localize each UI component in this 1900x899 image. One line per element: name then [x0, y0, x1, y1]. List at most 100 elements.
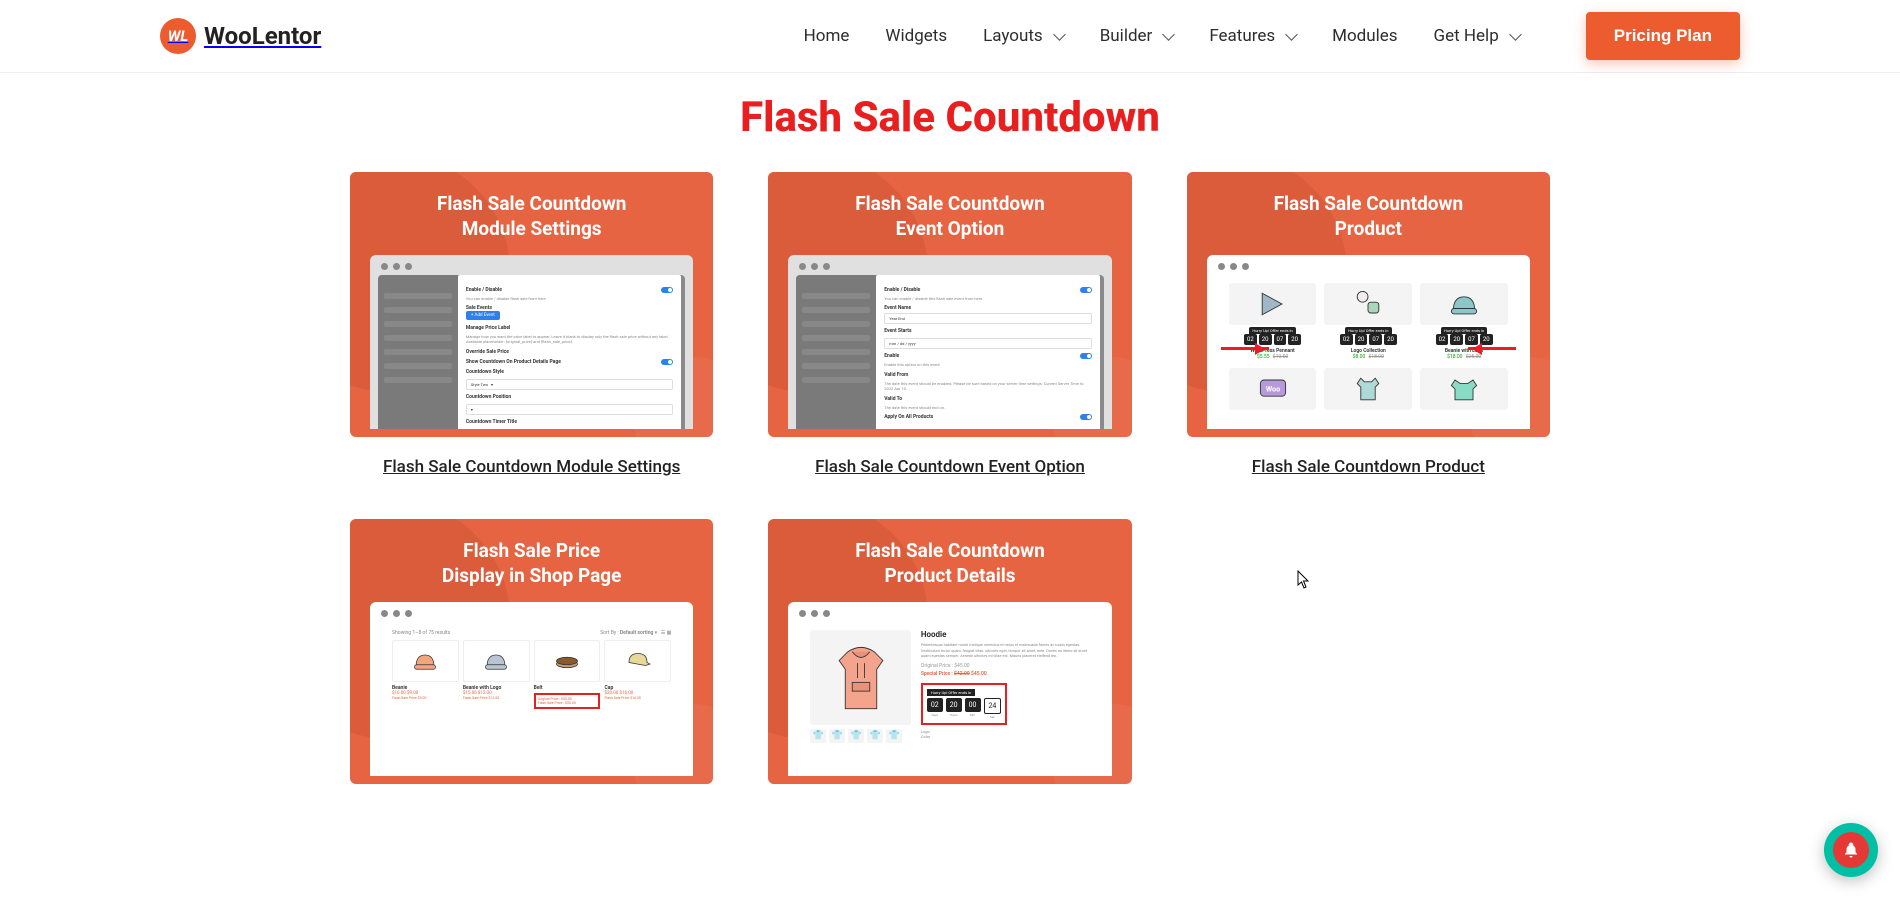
card-product-body[interactable]: Flash Sale CountdownProduct Hurry Up! Of… — [1187, 172, 1550, 437]
enable-disable-label: Enable / Disable — [884, 287, 920, 293]
countdown-timer-title-label: Countdown Timer Title — [466, 419, 517, 425]
card-product: Flash Sale CountdownProduct Hurry Up! Of… — [1187, 172, 1550, 477]
cards-grid: Flash Sale CountdownModule Settings Enab… — [350, 172, 1550, 784]
product-name: Belt — [534, 685, 601, 691]
card-title: Flash Sale CountdownEvent Option — [788, 192, 1111, 241]
product-cell — [1324, 368, 1412, 410]
settings-sidebar — [378, 275, 458, 429]
select-input: ▾ — [466, 404, 673, 415]
product-polo-icon — [1324, 368, 1412, 410]
nav-widgets[interactable]: Widgets — [885, 26, 947, 46]
product-beanie-orange-icon — [392, 640, 459, 682]
date-input: mm / dd / yyyy — [884, 338, 1091, 349]
product-title: Hoodie — [921, 630, 1090, 639]
shop-item: Belt Original Price : $55.00 Flash Sale … — [534, 640, 601, 709]
thumbnail-icon: 👕 — [886, 729, 902, 743]
original-price: Original Price : $45.00 — [921, 663, 1090, 669]
product-belt-icon — [534, 640, 601, 682]
site-header: WL WooLentor Home Widgets Layouts Builde… — [0, 0, 1900, 73]
settings-modal-preview: Enable / Disable You can enable / disabl… — [378, 275, 685, 429]
manage-price-label: Manage Price Label — [466, 325, 510, 331]
card-title: Flash Sale CountdownModule Settings — [370, 192, 693, 241]
card-preview: 👕👕👕👕👕 Hoodie Pellentesque habitant morbi… — [788, 602, 1111, 776]
valid-to-label: Valid To — [884, 396, 902, 402]
nav-builder[interactable]: Builder — [1100, 26, 1174, 46]
product-logo-set-icon — [1324, 283, 1412, 325]
thumbnail-icon: 👕 — [867, 729, 883, 743]
window-dots-icon — [796, 610, 1103, 622]
card-preview: Enable / Disable You can enable / disabl… — [788, 255, 1111, 429]
card-caption-link[interactable]: Flash Sale Countdown Event Option — [768, 457, 1131, 477]
card-module-settings-body[interactable]: Flash Sale CountdownModule Settings Enab… — [350, 172, 713, 437]
enable-disable-desc: You can enable / disable this flash sale… — [884, 297, 1091, 302]
countdown-timer: 02Days 20Hours 00Min 24Sec — [927, 698, 1002, 719]
event-modal-preview: Enable / Disable You can enable / disabl… — [796, 275, 1103, 429]
manage-price-desc: Manage how you want the price label to a… — [466, 335, 673, 345]
add-event-button: + Add Event — [466, 311, 500, 320]
nav-gethelp[interactable]: Get Help — [1434, 26, 1520, 46]
nav-builder-label: Builder — [1100, 26, 1153, 46]
toggle-icon — [1080, 414, 1092, 420]
countdown-badge: 02200720 — [1229, 334, 1317, 345]
product-beanie-icon — [1420, 283, 1508, 325]
override-sale-label: Override Sale Price — [466, 349, 509, 355]
pricing-plan-button[interactable]: Pricing Plan — [1586, 12, 1740, 60]
countdown-badge: 02200720 — [1324, 334, 1412, 345]
nav-layouts-label: Layouts — [983, 26, 1043, 46]
card-caption-link[interactable]: Flash Sale Countdown Module Settings — [350, 457, 713, 477]
card-caption-link[interactable]: Flash Sale Countdown Product — [1187, 457, 1550, 477]
product-cell: Hurry Up! Offer ends in 02200720 Logo Co… — [1324, 283, 1412, 360]
valid-from-desc: The date this event should be enabled. P… — [884, 382, 1091, 392]
flash-price: Flash Sale Price $12.00 — [463, 696, 530, 700]
shop-preview: Showing 1–8 of 75 results Sort By : Defa… — [378, 622, 685, 772]
arrow-right-icon — [1221, 347, 1269, 350]
event-start-label: Event Starts — [884, 328, 911, 334]
product-beanie-gray-icon — [463, 640, 530, 682]
enable-disable-desc: You can enable / disable flash sale from… — [466, 297, 673, 302]
product-description: Pellentesque habitant morbi tristique se… — [921, 642, 1090, 658]
primary-nav: Home Widgets Layouts Builder Features Mo… — [804, 12, 1740, 60]
card-title: Flash Sale CountdownProduct — [1207, 192, 1530, 241]
shop-item: Beanie $10.00 $9.00 Flash Sale Price $9.… — [392, 640, 459, 709]
product-woo-icon: Woo — [1229, 368, 1317, 410]
toggle-icon — [661, 359, 673, 365]
enable-disable-label: Enable / Disable — [466, 287, 502, 293]
sort-label: Sort By : — [600, 630, 618, 636]
product-thumbnails: 👕👕👕👕👕 — [810, 729, 911, 743]
card-product-details-body[interactable]: Flash Sale CountdownProduct Details 👕👕👕👕… — [768, 519, 1131, 784]
card-event-option: Flash Sale CountdownEvent Option Enable … — [768, 172, 1131, 477]
nav-layouts[interactable]: Layouts — [983, 26, 1064, 46]
card-title: Flash Sale CountdownProduct Details — [788, 539, 1111, 588]
nav-features-label: Features — [1209, 26, 1275, 46]
nav-features[interactable]: Features — [1209, 26, 1296, 46]
card-shop-page-body[interactable]: Flash Sale PriceDisplay in Shop Page Sho… — [350, 519, 713, 784]
nav-modules[interactable]: Modules — [1332, 26, 1397, 46]
card-event-option-body[interactable]: Flash Sale CountdownEvent Option Enable … — [768, 172, 1131, 437]
bell-icon — [1833, 832, 1869, 868]
product-info: Hoodie Pellentesque habitant morbi trist… — [921, 630, 1090, 774]
product-gallery: 👕👕👕👕👕 — [810, 630, 911, 774]
product-price: $5.55 $10.50 — [1229, 354, 1317, 360]
window-dots-icon — [378, 263, 685, 275]
nav-home[interactable]: Home — [804, 26, 850, 46]
product-price: $18.00 $25.00 — [1420, 354, 1508, 360]
event-name-input: Year End — [884, 313, 1091, 324]
apply-all-label: Apply On All Products — [884, 414, 933, 420]
event-panel: Enable / Disable You can enable / disabl… — [876, 275, 1099, 429]
brand-logo[interactable]: WL WooLentor — [160, 18, 321, 54]
flash-price-highlight: Original Price : $55.00 Flash Sale Price… — [534, 693, 601, 709]
countdown-style-label: Countdown Style — [466, 369, 504, 375]
product-detail-preview: 👕👕👕👕👕 Hoodie Pellentesque habitant morbi… — [796, 622, 1103, 776]
shop-item: Beanie with Logo $15.00 $12.00 Flash Sal… — [463, 640, 530, 709]
product-cell — [1420, 368, 1508, 410]
page-title: Flash Sale Countdown — [0, 93, 1900, 142]
valid-from-label: Valid From — [884, 372, 908, 378]
notification-fab[interactable] — [1824, 823, 1878, 877]
svg-text:Woo: Woo — [1265, 385, 1279, 394]
product-grid-preview: Hurry Up! Offer ends in 02200720 WordPre… — [1215, 275, 1522, 429]
brand-mark-icon: WL — [160, 18, 196, 54]
product-price: $8.00 $18.00 — [1324, 354, 1412, 360]
countdown-position-label: Countdown Position — [466, 394, 511, 400]
window-dots-icon — [1215, 263, 1522, 275]
results-text: Showing 1–8 of 75 results — [392, 630, 450, 636]
